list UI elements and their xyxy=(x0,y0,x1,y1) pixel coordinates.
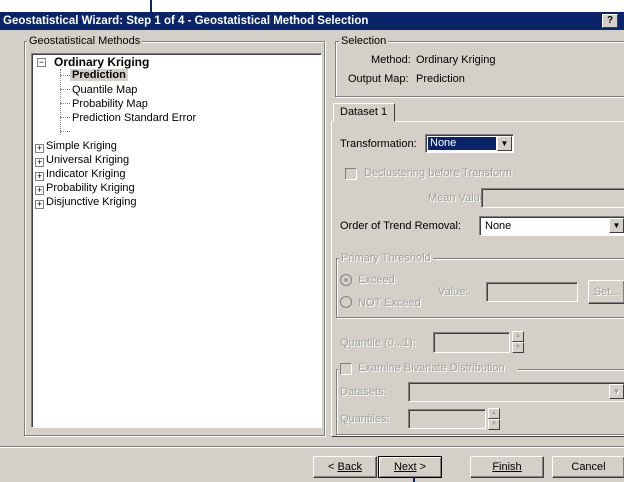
spin-down-icon[interactable]: ▼ xyxy=(488,419,500,430)
transformation-value: None xyxy=(428,137,496,150)
output-map-value: Prediction xyxy=(416,73,465,85)
spin-up-icon[interactable]: ▲ xyxy=(512,331,524,342)
bivariate-checkbox[interactable] xyxy=(340,363,352,375)
datasets-label: Datasets: xyxy=(340,386,387,398)
back-button[interactable]: < Back xyxy=(313,456,377,478)
mean-value-input[interactable] xyxy=(481,188,624,208)
quantile-label: Quantile (0...1): xyxy=(340,337,416,349)
method-label: Method: xyxy=(371,54,411,66)
mean-value-label: Mean Value: xyxy=(428,192,489,204)
tree-item-probability-kriging[interactable]: Probability Kriging xyxy=(46,182,135,194)
transformation-label: Transformation: xyxy=(340,138,417,150)
threshold-group-label: Primary Threshold xyxy=(339,252,433,264)
quantiles-input[interactable] xyxy=(408,409,486,429)
set-button[interactable]: Set... xyxy=(588,280,624,304)
footer-separator xyxy=(0,446,624,448)
tree-connector xyxy=(60,69,61,135)
spin-up-icon[interactable]: ▲ xyxy=(488,408,500,419)
expand-icon[interactable]: + xyxy=(35,144,44,153)
tree-item-prediction-standard-error[interactable]: Prediction Standard Error xyxy=(72,112,196,124)
expand-icon[interactable]: + xyxy=(35,158,44,167)
finish-button[interactable]: Finish xyxy=(470,456,544,478)
tree-item-prediction[interactable]: Prediction xyxy=(70,69,128,81)
chevron-down-icon[interactable]: ▼ xyxy=(609,384,624,399)
bivariate-label: Examine Bivariate Distribution xyxy=(358,362,505,374)
trend-removal-value: None xyxy=(485,220,512,232)
expand-icon[interactable]: + xyxy=(35,200,44,209)
quantiles-spinner[interactable]: ▲ ▼ xyxy=(488,408,500,430)
next-button[interactable]: Next > xyxy=(378,456,442,478)
quantile-input[interactable] xyxy=(433,332,510,353)
tree-item-ordinary-kriging[interactable]: Ordinary Kriging xyxy=(54,55,149,69)
window-title: Geostatistical Wizard: Step 1 of 4 - Geo… xyxy=(3,15,369,27)
title-bar: Geostatistical Wizard: Step 1 of 4 - Geo… xyxy=(0,12,624,30)
quantiles-label: Quantiles: xyxy=(340,413,390,425)
transformation-dropdown[interactable]: None ▼ xyxy=(425,134,514,153)
tree-item-simple-kriging[interactable]: Simple Kriging xyxy=(46,140,117,152)
exceed-radio[interactable] xyxy=(340,274,352,286)
tree-connector xyxy=(60,117,70,118)
help-button[interactable]: ? xyxy=(602,14,618,28)
threshold-value-label: Value: xyxy=(438,286,469,298)
method-value: Ordinary Kriging xyxy=(416,54,496,66)
datasets-dropdown[interactable]: ▼ xyxy=(408,382,624,402)
methods-group-label: Geostatistical Methods xyxy=(27,35,143,47)
expand-icon[interactable]: + xyxy=(35,172,44,181)
tab-dataset-1[interactable]: Dataset 1 xyxy=(333,103,395,122)
trend-removal-dropdown[interactable]: None ▼ xyxy=(479,216,624,236)
declustering-label: Declustering before Transform xyxy=(364,167,512,179)
tree-connector xyxy=(60,131,70,132)
not-exceed-radio[interactable] xyxy=(340,296,352,308)
threshold-group-frame xyxy=(336,258,624,318)
methods-tree[interactable]: − Ordinary Kriging Prediction Quantile M… xyxy=(31,53,322,428)
tree-connector xyxy=(60,75,70,76)
declustering-checkbox[interactable] xyxy=(345,168,357,180)
back-label: Back xyxy=(337,461,362,473)
callout-line-bottom xyxy=(413,477,415,482)
expand-icon[interactable]: + xyxy=(35,186,44,195)
quantile-spinner[interactable]: ▲ ▼ xyxy=(512,331,524,353)
next-label: Next xyxy=(393,461,417,473)
not-exceed-label: NOT Exceed xyxy=(358,297,421,309)
tree-item-universal-kriging[interactable]: Universal Kriging xyxy=(46,154,129,166)
finish-label: Finish xyxy=(492,461,522,473)
selection-group-frame xyxy=(335,41,624,97)
chevron-down-icon[interactable]: ▼ xyxy=(497,136,512,151)
trend-removal-label: Order of Trend Removal: xyxy=(340,220,462,232)
cancel-button[interactable]: Cancel xyxy=(552,456,624,478)
spin-down-icon[interactable]: ▼ xyxy=(512,342,524,353)
threshold-value-input[interactable] xyxy=(486,282,578,302)
output-map-label: Output Map: xyxy=(348,73,409,85)
exceed-label: Exceed xyxy=(358,274,395,286)
tree-item-disjunctive-kriging[interactable]: Disjunctive Kriging xyxy=(46,196,136,208)
tree-item-probability-map[interactable]: Probability Map xyxy=(72,98,148,110)
tree-connector xyxy=(60,103,70,104)
chevron-down-icon[interactable]: ▼ xyxy=(609,218,624,233)
tree-connector xyxy=(60,89,70,90)
tab-dataset-1-label: Dataset 1 xyxy=(340,106,388,118)
tree-item-quantile-map[interactable]: Quantile Map xyxy=(72,84,137,96)
selection-group-label: Selection xyxy=(339,35,389,47)
collapse-icon[interactable]: − xyxy=(37,58,46,67)
tree-item-indicator-kriging[interactable]: Indicator Kriging xyxy=(46,168,126,180)
